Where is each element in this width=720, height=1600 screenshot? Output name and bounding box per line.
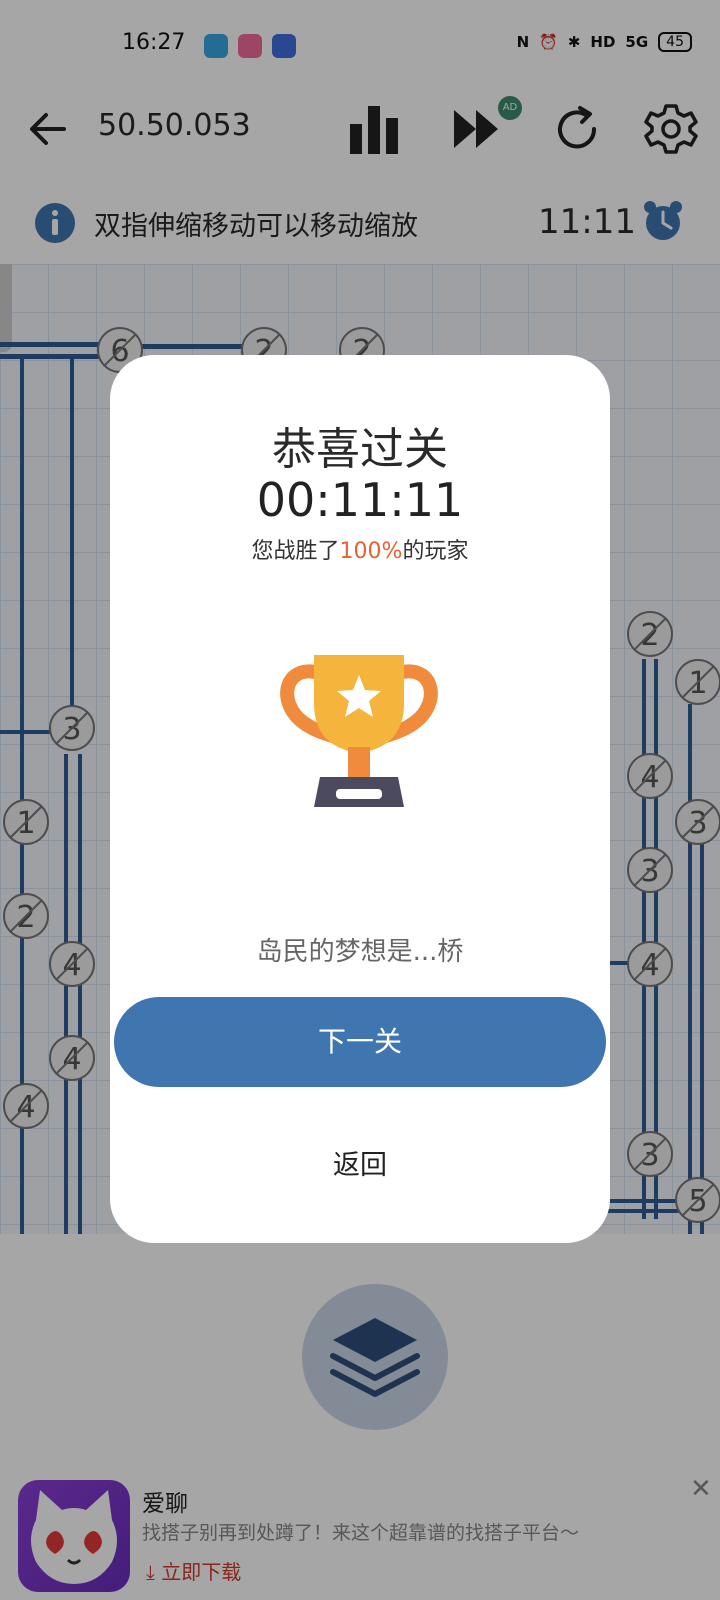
ranking-text: 您战胜了100%的玩家 bbox=[110, 533, 610, 565]
trophy-icon bbox=[280, 655, 438, 807]
dialog-title: 恭喜过关 bbox=[272, 424, 448, 475]
ranking-suffix: 的玩家 bbox=[402, 539, 469, 564]
completion-time: 00:11:11 bbox=[256, 473, 464, 527]
return-button[interactable]: 返回 bbox=[110, 1143, 610, 1182]
level-complete-dialog: 恭喜过关 00:11:11 您战胜了100%的玩家 岛民的梦想是...桥 下一关… bbox=[110, 355, 610, 1243]
ranking-percent: 100% bbox=[339, 539, 403, 564]
next-level-button[interactable]: 下一关 bbox=[114, 997, 606, 1087]
level-note: 岛民的梦想是...桥 bbox=[256, 937, 464, 967]
ranking-prefix: 您战胜了 bbox=[251, 539, 340, 564]
